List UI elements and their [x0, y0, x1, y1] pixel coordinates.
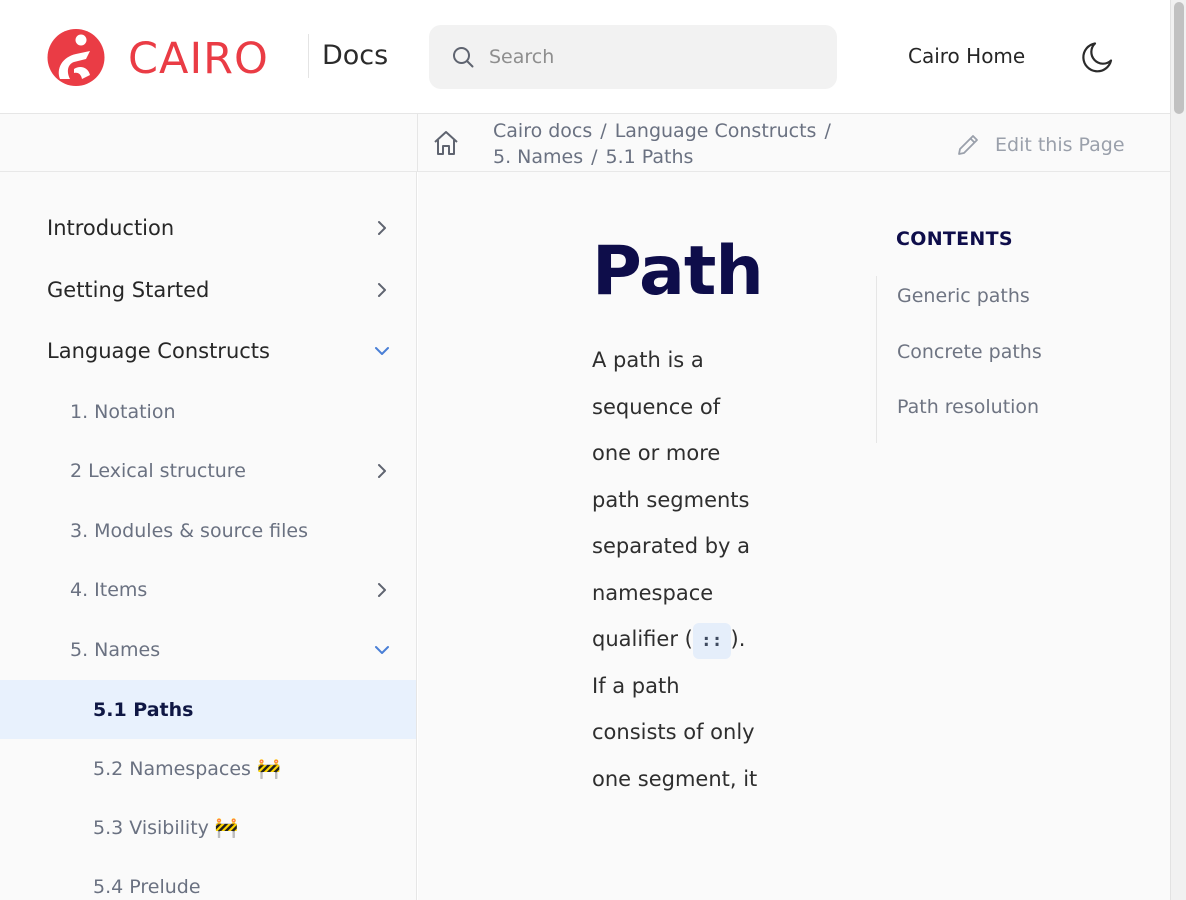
search-box[interactable] [429, 25, 837, 89]
chevron-right-icon[interactable] [373, 581, 391, 599]
breadcrumb-current[interactable]: 5.1 Paths [606, 146, 694, 168]
brand-wordmark[interactable]: CAIRO [128, 33, 269, 85]
sidebar-item-modules[interactable]: 3. Modules & source files [0, 501, 416, 560]
sidebar-item-label: 5.1 Paths [93, 698, 194, 721]
breadcrumb-separator: / [591, 146, 598, 168]
scrollbar-thumb[interactable] [1174, 2, 1184, 114]
sidebar-item-introduction[interactable]: Introduction [0, 198, 416, 258]
chevron-down-icon[interactable] [373, 641, 391, 659]
sidebar-item-label: Getting Started [47, 278, 210, 302]
sidebar-item-label: 1. Notation [70, 400, 176, 423]
sidebar-item-language-constructs[interactable]: Language Constructs [0, 321, 416, 381]
pencil-icon [958, 135, 978, 155]
sidebar-item-names[interactable]: 5. Names [0, 620, 416, 679]
paragraph-text: ). If a path consists of only one segmen… [592, 627, 758, 791]
sidebar-item-label: 4. Items [70, 578, 148, 601]
sidebar-item-label: Introduction [47, 216, 175, 240]
sidebar-item-label: 5.3 Visibility 🚧 [93, 817, 239, 839]
sidebar-item-prelude[interactable]: 5.4 Prelude [0, 857, 416, 900]
chevron-right-icon[interactable] [373, 462, 391, 480]
home-icon[interactable] [432, 130, 460, 156]
toc-link-path-resolution[interactable]: Path resolution [897, 387, 1096, 443]
breadcrumb-link[interactable]: 5. Names [493, 146, 583, 168]
sidebar-item-visibility[interactable]: 5.3 Visibility 🚧 [0, 798, 416, 857]
header-divider [308, 34, 309, 78]
page-scrollbar[interactable] [1170, 0, 1186, 900]
table-of-contents: CONTENTS Generic paths Concrete paths Pa… [876, 228, 1042, 443]
page-paragraph: A path is a sequence of one or more path… [592, 337, 762, 802]
inline-code: :: [692, 623, 731, 659]
search-icon [453, 47, 474, 68]
breadcrumb: Cairo docs / Language Constructs / 5. Names… [493, 118, 873, 170]
toc-list: Generic paths Concrete paths Path resolu… [876, 276, 1096, 443]
paragraph-text: A path is a sequence of one or more path… [592, 348, 751, 651]
top-header: CAIRO Docs Cairo Home [0, 0, 1170, 114]
edit-page-button[interactable]: Edit this Page [955, 132, 1125, 158]
sidebar-item-label: 5.4 Prelude [93, 875, 201, 898]
sidebar-item-label: 5. Names [70, 638, 161, 661]
search-input[interactable] [489, 46, 789, 68]
cairo-logo-icon[interactable] [46, 29, 106, 86]
toc-link-generic-paths[interactable]: Generic paths [897, 276, 1096, 332]
chevron-down-icon[interactable] [373, 342, 391, 360]
docs-label[interactable]: Docs [322, 40, 388, 72]
edit-page-label: Edit this Page [995, 134, 1125, 156]
breadcrumb-link[interactable]: Language Constructs [615, 120, 817, 142]
sidebar-nav: Introduction Getting Started Language Co… [0, 172, 417, 900]
toc-title: CONTENTS [896, 228, 1013, 250]
sidebar-item-items[interactable]: 4. Items [0, 560, 416, 619]
toc-link-concrete-paths[interactable]: Concrete paths [897, 332, 1096, 388]
chevron-right-icon[interactable] [373, 281, 391, 299]
chevron-right-icon[interactable] [373, 219, 391, 237]
sidebar-item-label: 5.2 Namespaces 🚧 [93, 758, 281, 780]
cairo-home-link[interactable]: Cairo Home [908, 44, 1025, 68]
sidebar-item-lexical-structure[interactable]: 2 Lexical structure [0, 441, 416, 500]
subheader-divider [417, 114, 418, 172]
breadcrumb-separator: / [600, 120, 607, 142]
moon-icon[interactable] [1081, 40, 1115, 74]
sidebar-item-namespaces[interactable]: 5.2 Namespaces 🚧 [0, 739, 416, 798]
breadcrumb-separator: / [824, 120, 831, 142]
breadcrumb-bar: Cairo docs / Language Constructs / 5. Names… [0, 114, 1170, 172]
sidebar-item-getting-started[interactable]: Getting Started [0, 260, 416, 320]
page-title: Path [592, 232, 764, 311]
sidebar-item-notation[interactable]: 1. Notation [0, 382, 416, 441]
sidebar-item-label: 2 Lexical structure [70, 459, 246, 482]
main-content: Path A path is a sequence of one or more… [418, 172, 1170, 900]
sidebar-item-label: 3. Modules & source files [70, 519, 309, 542]
sidebar-item-paths[interactable]: 5.1 Paths [0, 680, 416, 739]
sidebar-item-label: Language Constructs [47, 339, 270, 363]
breadcrumb-link[interactable]: Cairo docs [493, 120, 592, 142]
